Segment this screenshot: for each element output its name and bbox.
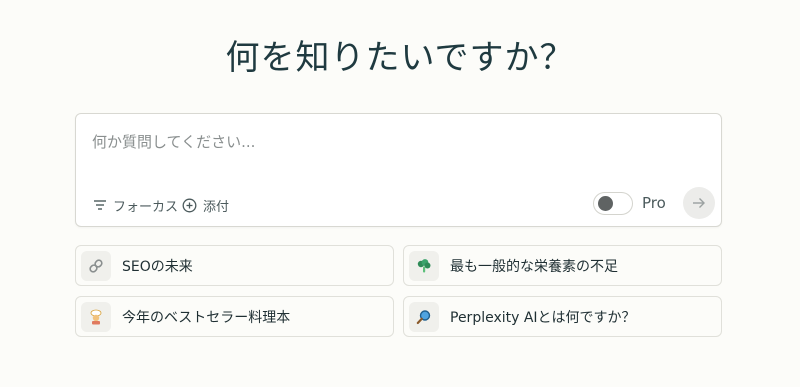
- suggestion-card[interactable]: 最も一般的な栄養素の不足: [403, 245, 722, 286]
- suggestion-label: Perplexity AIとは何ですか？: [450, 309, 636, 326]
- focus-label: フォーカス: [113, 199, 179, 215]
- attach-button[interactable]: 添付: [182, 194, 229, 216]
- suggestion-card[interactable]: SEOの未来: [75, 245, 394, 286]
- attach-label: 添付: [203, 199, 230, 215]
- link-icon: [81, 250, 111, 281]
- suggestion-label: 最も一般的な栄養素の不足: [450, 258, 618, 275]
- suggestion-label: 今年のベストセラー料理本: [122, 309, 291, 326]
- toggle-knob: [598, 196, 613, 211]
- search-box: フォーカス 添付 Pro: [75, 113, 722, 227]
- plus-circle-icon: [182, 198, 197, 213]
- pro-toggle[interactable]: [593, 192, 633, 215]
- suggestion-card[interactable]: Perplexity AIとは何ですか？: [403, 296, 722, 337]
- submit-button[interactable]: [683, 187, 715, 219]
- broccoli-icon: [409, 250, 439, 281]
- pro-label: Pro: [642, 194, 666, 212]
- arrow-right-icon: [692, 194, 706, 213]
- page-title: 何を知りたいですか？: [225, 38, 575, 78]
- filter-icon: [93, 199, 107, 211]
- focus-button[interactable]: フォーカス: [93, 194, 178, 216]
- magnifier-icon: [409, 301, 439, 332]
- suggestion-label: SEOの未来: [122, 258, 193, 275]
- search-input[interactable]: [92, 130, 692, 154]
- chef-icon: [81, 301, 111, 332]
- suggestion-card[interactable]: 今年のベストセラー料理本: [75, 296, 394, 337]
